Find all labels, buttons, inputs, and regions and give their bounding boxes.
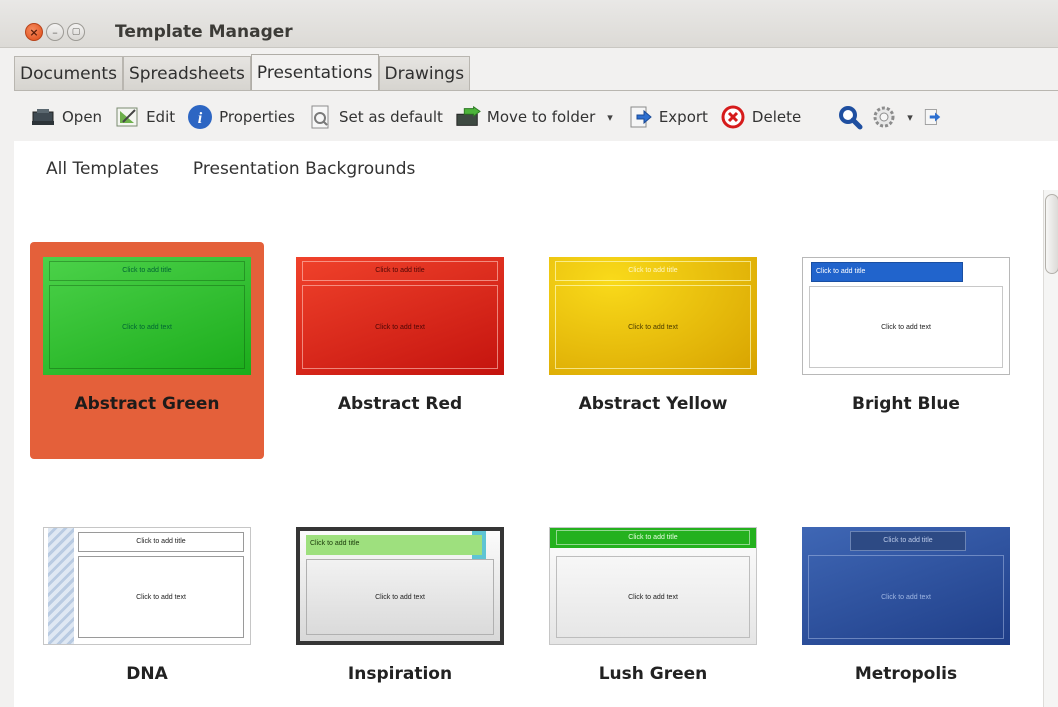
template-item-inspiration[interactable]: Click to add title Click to add text Ins… — [283, 512, 517, 707]
title-placeholder: Click to add title — [850, 531, 966, 551]
title-placeholder: Click to add title — [302, 261, 498, 281]
template-thumbnail: Click to add title Click to add text — [802, 527, 1010, 645]
template-thumbnail: Click to add title Click to add text — [43, 527, 251, 645]
text-placeholder: Click to add text — [302, 285, 498, 369]
properties-label: Properties — [219, 108, 295, 126]
import-icon[interactable] — [923, 104, 941, 130]
template-name: Lush Green — [598, 664, 708, 684]
title-placeholder: Click to add title — [556, 530, 750, 545]
breadcrumb: All Templates Presentation Backgrounds — [46, 159, 415, 179]
template-name: DNA — [126, 664, 168, 684]
minimize-window-button[interactable]: – — [46, 23, 64, 41]
window-title: Template Manager — [115, 22, 293, 42]
text-placeholder: Click to add text — [809, 286, 1003, 368]
slide-canvas: Click to add title Click to add text — [300, 531, 500, 641]
properties-button[interactable]: i Properties — [187, 102, 307, 132]
template-thumbnail: Click to add title Click to add text — [549, 257, 757, 375]
export-icon — [627, 104, 653, 130]
title-placeholder: Click to add title — [555, 261, 751, 281]
open-button[interactable]: Open — [30, 102, 114, 132]
maximize-window-button[interactable]: ▢ — [67, 23, 85, 41]
text-placeholder: Click to add text — [49, 285, 245, 369]
template-item-abstract-yellow[interactable]: Click to add title Click to add text Abs… — [536, 242, 770, 459]
template-name: Abstract Yellow — [578, 394, 728, 414]
move-to-folder-label: Move to folder — [486, 108, 596, 126]
template-item-abstract-green[interactable]: Click to add title Click to add text Abs… — [30, 242, 264, 459]
template-name: Metropolis — [854, 664, 958, 684]
search-icon[interactable] — [837, 104, 863, 130]
settings-dropdown-arrow-icon[interactable]: ▾ — [907, 111, 913, 124]
delete-label: Delete — [751, 108, 802, 126]
export-label: Export — [658, 108, 708, 126]
template-view: All Templates Presentation Backgrounds C… — [14, 141, 1058, 707]
set-default-label: Set as default — [338, 108, 443, 126]
tab-divider — [14, 90, 1058, 91]
template-item-abstract-red[interactable]: Click to add title Click to add text Abs… — [283, 242, 517, 459]
template-thumbnail: Click to add title Click to add text — [43, 257, 251, 375]
template-name: Inspiration — [347, 664, 453, 684]
title-placeholder: Click to add title — [306, 535, 482, 555]
title-placeholder: Click to add title — [49, 261, 245, 281]
toolbar: Open Edit i Properties Set as default Mo… — [30, 100, 941, 134]
delete-icon — [720, 104, 746, 130]
tab-drawings[interactable]: Drawings — [378, 56, 471, 91]
title-placeholder: Click to add title — [78, 532, 244, 552]
move-to-folder-button[interactable]: Move to folder — [455, 102, 595, 132]
text-placeholder: Click to add text — [306, 559, 494, 635]
delete-button[interactable]: Delete — [720, 102, 813, 132]
template-thumbnail: Click to add title Click to add text — [296, 527, 504, 645]
scrollbar-thumb[interactable] — [1045, 194, 1058, 274]
edit-label: Edit — [146, 108, 176, 126]
tab-documents[interactable]: Documents — [14, 56, 123, 91]
edit-button[interactable]: Edit — [114, 102, 187, 132]
template-item-metropolis[interactable]: Click to add title Click to add text Met… — [789, 512, 1023, 707]
template-type-tabs: Documents Spreadsheets Presentations Dra… — [14, 54, 471, 91]
info-icon: i — [187, 104, 213, 130]
text-placeholder: Click to add text — [78, 556, 244, 638]
tab-spreadsheets[interactable]: Spreadsheets — [122, 56, 251, 91]
text-placeholder: Click to add text — [556, 556, 750, 638]
template-item-lush-green[interactable]: Click to add title Click to add text Lus… — [536, 512, 770, 707]
text-placeholder: Click to add text — [808, 555, 1004, 639]
breadcrumb-presentation-backgrounds[interactable]: Presentation Backgrounds — [193, 159, 415, 179]
dna-helix-graphic — [48, 528, 74, 644]
title-bar: × – ▢ Template Manager — [0, 0, 1058, 48]
template-thumbnail: Click to add title Click to add text — [549, 527, 757, 645]
gear-icon[interactable] — [871, 104, 897, 130]
title-placeholder: Click to add title — [811, 262, 963, 282]
vertical-scrollbar[interactable] — [1043, 190, 1058, 707]
open-label: Open — [62, 108, 103, 126]
template-name: Abstract Green — [74, 394, 220, 414]
close-window-button[interactable]: × — [25, 23, 43, 41]
move-folder-icon — [455, 104, 481, 130]
template-name: Abstract Red — [337, 394, 463, 414]
folder-open-icon — [30, 104, 56, 130]
text-placeholder: Click to add text — [555, 285, 751, 369]
edit-template-icon — [114, 104, 140, 130]
breadcrumb-all-templates[interactable]: All Templates — [46, 159, 159, 179]
svg-text:i: i — [198, 110, 203, 127]
set-as-default-button[interactable]: Set as default — [307, 102, 455, 132]
tab-presentations[interactable]: Presentations — [250, 54, 379, 91]
set-default-icon — [307, 104, 333, 130]
move-dropdown-arrow-icon[interactable]: ▾ — [607, 111, 613, 124]
template-thumbnail: Click to add title Click to add text — [296, 257, 504, 375]
template-name: Bright Blue — [852, 394, 960, 414]
export-button[interactable]: Export — [627, 102, 720, 132]
template-item-bright-blue[interactable]: Click to add title Click to add text Bri… — [789, 242, 1023, 459]
template-thumbnail: Click to add title Click to add text — [802, 257, 1010, 375]
template-item-dna[interactable]: Click to add title Click to add text DNA — [30, 512, 264, 707]
